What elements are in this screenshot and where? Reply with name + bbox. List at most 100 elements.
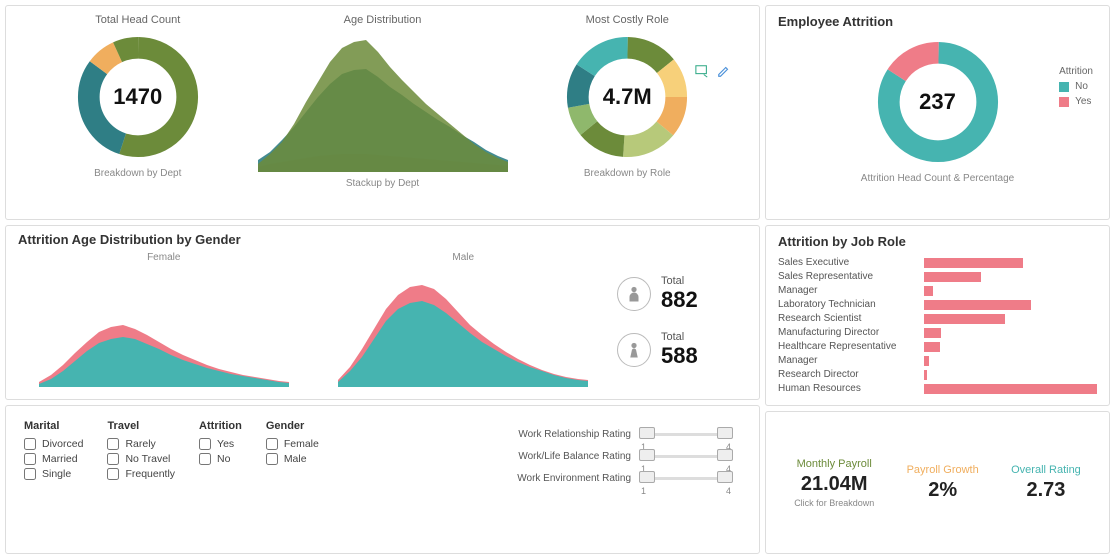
employee-attrition-card: Employee Attrition 237 Attrition No Yes … <box>765 5 1110 220</box>
bar-row[interactable]: Sales Executive <box>778 257 1097 268</box>
attr-filter-title: Attrition <box>199 420 242 432</box>
agedist-area-chart[interactable] <box>258 32 508 172</box>
travel-title: Travel <box>107 420 175 432</box>
headcount-panel: Total Head Count 1470 Breakdown by Dept <box>18 14 258 211</box>
cb-frequently[interactable]: Frequently <box>107 468 175 480</box>
cb-gender-m[interactable]: Male <box>266 453 319 465</box>
top-charts-card: Total Head Count 1470 Breakdown by Dept … <box>5 5 760 220</box>
metric-payroll[interactable]: Monthly Payroll 21.04M Click for Breakdo… <box>794 458 874 508</box>
total-label: Total <box>661 275 698 287</box>
filter-travel: Travel Rarely No Travel Frequently <box>107 420 175 483</box>
agedist-footer: Stackup by Dept <box>346 178 419 189</box>
bar-label: Manager <box>778 355 918 366</box>
slider1-label: Work Relationship Rating <box>501 429 631 440</box>
attrition-legend-title: Attrition <box>1059 66 1093 77</box>
payroll-sub: Click for Breakdown <box>794 498 874 508</box>
filter-icon[interactable] <box>695 64 709 81</box>
metric-growth: Payroll Growth 2% <box>907 464 979 502</box>
bar-row[interactable]: Healthcare Representative <box>778 341 1097 352</box>
jobrole-card: Attrition by Job Role Sales Executive Sa… <box>765 225 1110 406</box>
bar-track <box>924 258 1097 268</box>
male-icon <box>617 277 651 311</box>
costly-title: Most Costly Role <box>586 14 669 26</box>
bar-row[interactable]: Manager <box>778 355 1097 366</box>
costly-panel: Most Costly Role 4.7M Breakdown by <box>508 14 748 211</box>
swatch-yes <box>1059 97 1069 107</box>
bar-label: Human Resources <box>778 383 918 394</box>
female-area-chart[interactable] <box>39 267 289 387</box>
bar-label: Research Scientist <box>778 313 918 324</box>
costly-donut[interactable]: 4.7M <box>562 32 692 162</box>
bar-row[interactable]: Sales Representative <box>778 271 1097 282</box>
edit-icon[interactable] <box>717 64 731 81</box>
bar-row[interactable]: Manufacturing Director <box>778 327 1097 338</box>
bar-row[interactable]: Research Director <box>778 369 1097 380</box>
female-label: Female <box>147 252 180 263</box>
bar-track <box>924 314 1097 324</box>
filter-marital: Marital Divorced Married Single <box>24 420 83 483</box>
costly-footer: Breakdown by Role <box>584 168 671 179</box>
headcount-donut[interactable]: 1470 <box>73 32 203 162</box>
metrics-card: Monthly Payroll 21.04M Click for Breakdo… <box>765 411 1110 554</box>
slider-worklife[interactable]: 14 <box>641 448 731 464</box>
male-area-chart[interactable] <box>338 267 588 387</box>
headcount-value: 1470 <box>113 84 162 110</box>
attrition-legend: Attrition No Yes <box>1059 66 1093 107</box>
legend-no: No <box>1075 81 1088 92</box>
bar-row[interactable]: Laboratory Technician <box>778 299 1097 310</box>
filters-card: Marital Divorced Married Single Travel R… <box>5 405 760 554</box>
cb-attr-yes[interactable]: Yes <box>199 438 242 450</box>
slider-work-env[interactable]: 14 <box>641 470 731 486</box>
jobrole-title: Attrition by Job Role <box>778 234 1097 249</box>
bar-row[interactable]: Research Scientist <box>778 313 1097 324</box>
bar-row[interactable]: Manager <box>778 285 1097 296</box>
female-total: 588 <box>661 343 698 369</box>
age-gender-card: Attrition Age Distribution by Gender Fem… <box>5 225 760 400</box>
bar-label: Sales Executive <box>778 257 918 268</box>
headcount-footer: Breakdown by Dept <box>94 168 181 179</box>
bar-label: Healthcare Representative <box>778 341 918 352</box>
legend-yes: Yes <box>1075 96 1091 107</box>
slider-work-relationship[interactable]: 14 <box>641 426 731 442</box>
female-total-row: Total588 <box>617 331 747 369</box>
cb-single[interactable]: Single <box>24 468 83 480</box>
growth-value: 2% <box>907 479 979 502</box>
attrition-donut[interactable]: 237 <box>873 37 1003 167</box>
bar-track <box>924 342 1097 352</box>
male-total: 882 <box>661 287 698 313</box>
gender-filter-title: Gender <box>266 420 319 432</box>
bar-label: Manager <box>778 285 918 296</box>
rating-label: Overall Rating <box>1011 464 1081 476</box>
bar-label: Research Director <box>778 369 918 380</box>
female-icon <box>617 333 651 367</box>
filter-gender: Gender Female Male <box>266 420 319 468</box>
cb-attr-no[interactable]: No <box>199 453 242 465</box>
swatch-no <box>1059 82 1069 92</box>
payroll-value: 21.04M <box>794 473 874 496</box>
total-label-2: Total <box>661 331 698 343</box>
cb-gender-f[interactable]: Female <box>266 438 319 450</box>
metric-rating: Overall Rating 2.73 <box>1011 464 1081 502</box>
bar-label: Sales Representative <box>778 271 918 282</box>
slider3-label: Work Environment Rating <box>501 473 631 484</box>
cb-married[interactable]: Married <box>24 453 83 465</box>
attrition-value: 237 <box>919 89 956 115</box>
rating-value: 2.73 <box>1011 479 1081 502</box>
bar-track <box>924 300 1097 310</box>
bar-track <box>924 370 1097 380</box>
cb-divorced[interactable]: Divorced <box>24 438 83 450</box>
bar-label: Manufacturing Director <box>778 327 918 338</box>
attrition-title: Employee Attrition <box>778 14 1097 29</box>
bar-track <box>924 286 1097 296</box>
payroll-label: Monthly Payroll <box>794 458 874 470</box>
bar-row[interactable]: Human Resources <box>778 383 1097 394</box>
growth-label: Payroll Growth <box>907 464 979 476</box>
agedist-title: Age Distribution <box>344 14 422 26</box>
cb-rarely[interactable]: Rarely <box>107 438 175 450</box>
bar-track <box>924 356 1097 366</box>
bar-track <box>924 272 1097 282</box>
agedist-panel: Age Distribution Stackup by Dept <box>258 14 508 211</box>
bar-track <box>924 384 1097 394</box>
cb-notravel[interactable]: No Travel <box>107 453 175 465</box>
filter-attrition: Attrition Yes No <box>199 420 242 468</box>
